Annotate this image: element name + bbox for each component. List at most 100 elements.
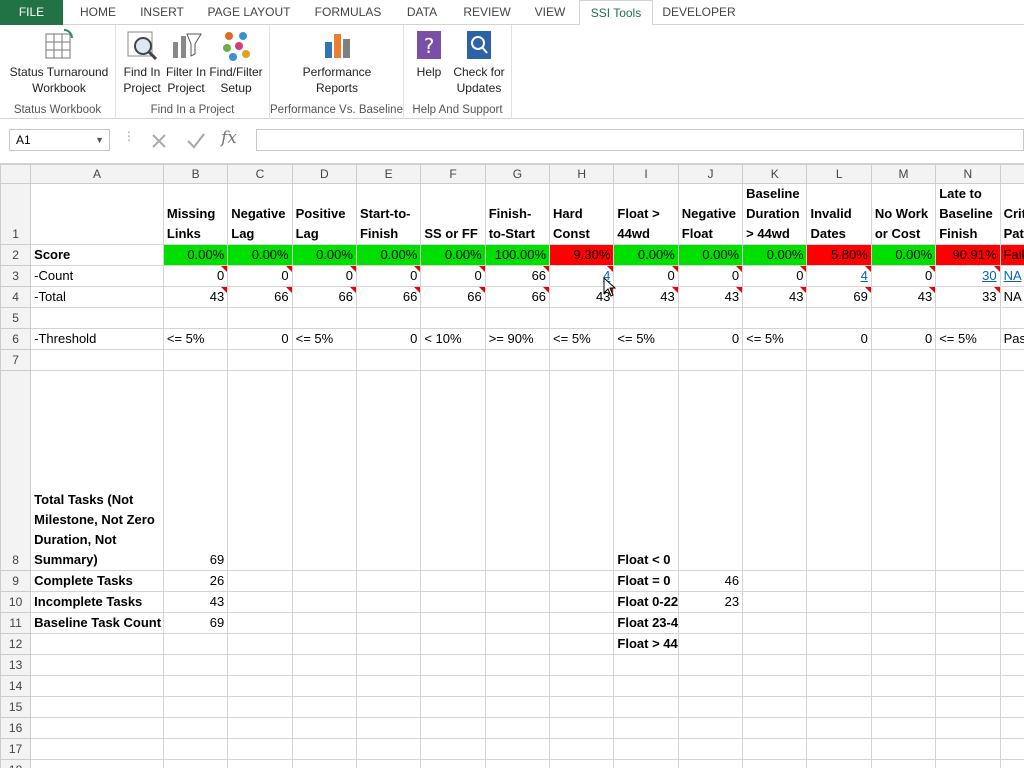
cell[interactable] xyxy=(870,591,937,613)
cell[interactable]: Finish-to-Start xyxy=(484,183,551,245)
cell[interactable] xyxy=(806,717,872,739)
row-header[interactable]: 12 xyxy=(0,633,32,655)
cell[interactable] xyxy=(549,759,615,768)
cell[interactable] xyxy=(420,570,486,592)
cell[interactable] xyxy=(870,633,937,655)
cell[interactable]: >= 90% xyxy=(484,328,551,350)
cell[interactable] xyxy=(999,633,1024,655)
cell[interactable] xyxy=(806,570,872,592)
cell[interactable]: 0 xyxy=(677,265,744,287)
cell[interactable] xyxy=(227,717,293,739)
cell[interactable] xyxy=(549,370,615,571)
cell[interactable] xyxy=(162,696,229,718)
cell[interactable] xyxy=(355,759,422,768)
cell[interactable] xyxy=(484,370,551,571)
cell[interactable]: Float > 44 xyxy=(613,633,679,655)
cell[interactable] xyxy=(355,738,422,760)
column-header[interactable]: G xyxy=(484,164,551,184)
cell[interactable] xyxy=(677,654,744,676)
cell[interactable]: <= 5% xyxy=(935,328,1001,350)
cell[interactable] xyxy=(742,675,808,697)
cell[interactable] xyxy=(742,654,808,676)
tab-review[interactable]: REVIEW xyxy=(455,0,519,25)
column-header[interactable]: H xyxy=(549,164,615,184)
cell[interactable]: Start-to-Finish xyxy=(355,183,422,245)
formula-bar-handle[interactable]: ⋮ xyxy=(123,129,135,143)
cell[interactable] xyxy=(30,759,164,768)
cell[interactable] xyxy=(806,307,872,329)
performance-reports-button[interactable]: Performance Reports xyxy=(290,28,384,96)
cell[interactable] xyxy=(935,570,1001,592)
cell[interactable] xyxy=(162,738,229,760)
cell[interactable] xyxy=(742,370,808,571)
cell[interactable] xyxy=(162,675,229,697)
cell[interactable]: Total Tasks (Not Milestone, Not Zero Dur… xyxy=(30,370,164,571)
cell[interactable] xyxy=(162,759,229,768)
cell[interactable]: Pass/Fail xyxy=(999,328,1024,350)
cell[interactable]: 0.00% xyxy=(227,244,293,266)
tab-ssi-tools[interactable]: SSI Tools xyxy=(579,0,653,26)
cell[interactable] xyxy=(677,738,744,760)
cell[interactable] xyxy=(806,654,872,676)
cell[interactable] xyxy=(999,591,1024,613)
cell[interactable]: Positive Lag xyxy=(291,183,357,245)
cell[interactable] xyxy=(227,738,293,760)
cell[interactable] xyxy=(355,696,422,718)
cell[interactable] xyxy=(549,591,615,613)
cell[interactable] xyxy=(355,349,422,371)
cell[interactable] xyxy=(549,675,615,697)
cell[interactable] xyxy=(870,370,937,571)
column-header[interactable]: A xyxy=(30,164,164,184)
cell[interactable]: Invalid Dates xyxy=(806,183,872,245)
cell[interactable] xyxy=(291,591,357,613)
cell[interactable] xyxy=(420,717,486,739)
row-header[interactable]: 16 xyxy=(0,717,32,739)
row-header[interactable]: 5 xyxy=(0,307,32,329)
cell[interactable] xyxy=(742,759,808,768)
cell[interactable] xyxy=(420,696,486,718)
cell[interactable]: <= 5% xyxy=(291,328,357,350)
cell[interactable]: 0.00% xyxy=(677,244,744,266)
tab-insert[interactable]: INSERT xyxy=(133,0,191,25)
cell[interactable] xyxy=(677,717,744,739)
cell[interactable] xyxy=(806,591,872,613)
cell[interactable] xyxy=(291,696,357,718)
cell[interactable]: 0 xyxy=(806,328,872,350)
cell[interactable]: Baseline Task Count xyxy=(30,612,164,634)
tab-file[interactable]: FILE xyxy=(0,0,63,25)
cell[interactable]: 66 xyxy=(227,286,293,308)
column-header[interactable]: N xyxy=(935,164,1001,184)
cell[interactable] xyxy=(870,307,937,329)
cell[interactable] xyxy=(227,696,293,718)
cell[interactable]: <= 5% xyxy=(742,328,808,350)
cell[interactable] xyxy=(291,738,357,760)
cell[interactable]: 23 xyxy=(677,591,744,613)
cell[interactable] xyxy=(742,738,808,760)
cell[interactable] xyxy=(742,591,808,613)
cell[interactable] xyxy=(420,759,486,768)
cell[interactable] xyxy=(549,307,615,329)
cell[interactable] xyxy=(935,349,1001,371)
cell[interactable] xyxy=(677,307,744,329)
cell[interactable]: NA xyxy=(999,286,1024,308)
cell[interactable]: 43 xyxy=(742,286,808,308)
cell[interactable] xyxy=(870,570,937,592)
cell[interactable] xyxy=(355,370,422,571)
tab-formulas[interactable]: FORMULAS xyxy=(306,0,390,25)
cell[interactable] xyxy=(999,675,1024,697)
cell[interactable] xyxy=(420,612,486,634)
cell[interactable] xyxy=(870,696,937,718)
cell[interactable] xyxy=(613,696,679,718)
column-header[interactable]: C xyxy=(227,164,293,184)
cell[interactable]: Late to Baseline Finish xyxy=(935,183,1001,245)
cell[interactable] xyxy=(162,654,229,676)
cell[interactable]: Float < 0 xyxy=(613,370,679,571)
cell[interactable] xyxy=(227,759,293,768)
tab-view[interactable]: VIEW xyxy=(527,0,573,25)
cell[interactable]: 0 xyxy=(162,265,229,287)
cell[interactable]: Complete Tasks xyxy=(30,570,164,592)
cell[interactable] xyxy=(742,349,808,371)
cell[interactable] xyxy=(420,738,486,760)
cell[interactable]: 0 xyxy=(355,328,422,350)
cell-link[interactable]: 4 xyxy=(806,265,872,287)
